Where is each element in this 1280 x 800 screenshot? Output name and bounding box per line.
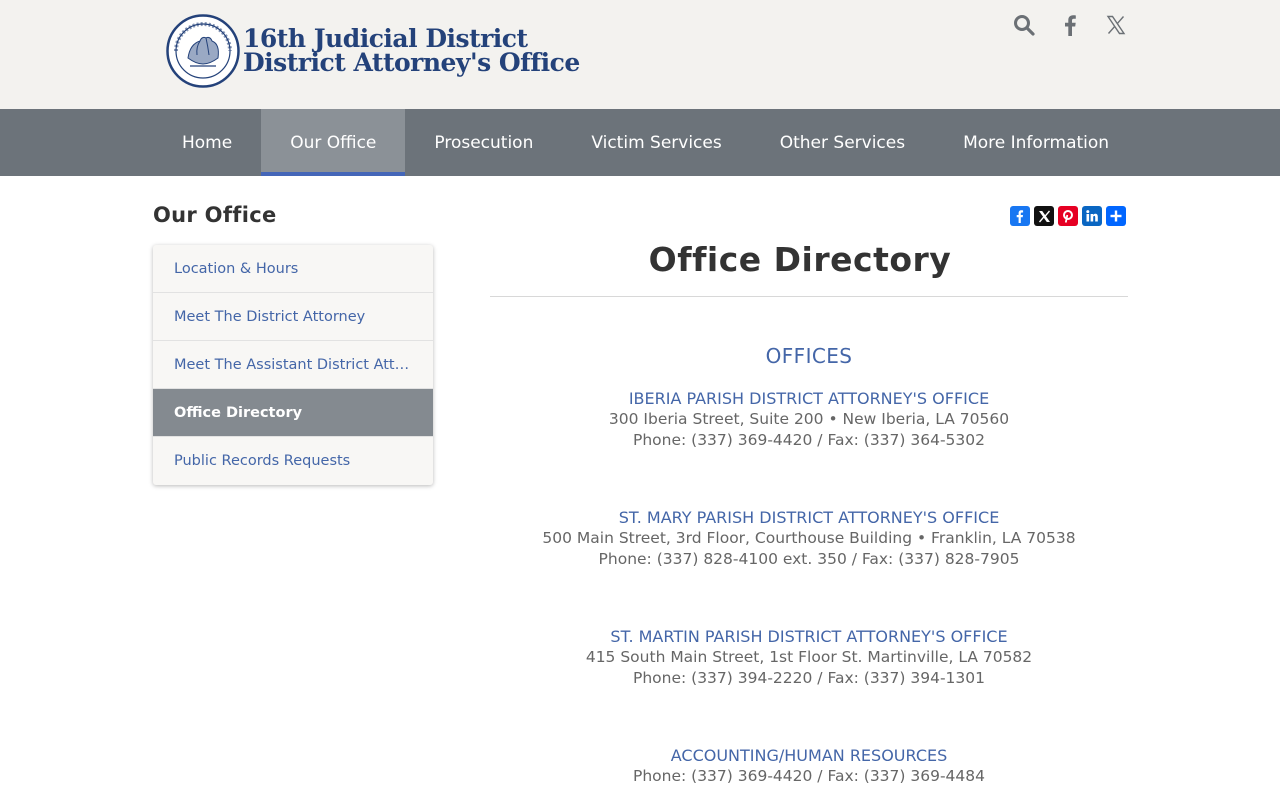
- nav-item-more-information[interactable]: More Information: [934, 109, 1138, 176]
- office-phone: Phone: (337) 828-4100 ext. 350 / Fax: (3…: [598, 550, 1020, 568]
- share-facebook-icon[interactable]: [1010, 206, 1030, 226]
- sidebar-item-meet-district-attorney[interactable]: Meet The District Attorney: [153, 293, 433, 341]
- x-twitter-icon[interactable]: [1104, 12, 1128, 38]
- nav-item-our-office[interactable]: Our Office: [261, 109, 406, 176]
- nav-item-home[interactable]: Home: [153, 109, 261, 176]
- logo-line-2: District Attorney's Office: [243, 48, 580, 77]
- office-name: ST. MARTIN PARISH DISTRICT ATTORNEY'S OF…: [610, 627, 1008, 646]
- share-pinterest-icon[interactable]: [1058, 206, 1078, 226]
- office-entry: IBERIA PARISH DISTRICT ATTORNEY'S OFFICE…: [490, 388, 1128, 451]
- nav-item-victim-services[interactable]: Victim Services: [562, 109, 750, 176]
- office-name: ST. MARY PARISH DISTRICT ATTORNEY'S OFFI…: [618, 508, 1000, 527]
- office-address: 415 South Main Street, 1st Floor St. Mar…: [585, 648, 1033, 666]
- share-linkedin-icon[interactable]: [1082, 206, 1102, 226]
- office-name: ACCOUNTING/HUMAN RESOURCES: [670, 746, 948, 765]
- facebook-icon[interactable]: [1058, 12, 1082, 38]
- page-title: Office Directory: [648, 240, 952, 279]
- sidebar-item-label: Meet The Assistant District Attorneys: [174, 356, 412, 373]
- share-buttons: [1010, 206, 1126, 226]
- search-icon[interactable]: [1012, 12, 1036, 38]
- office-phone: Phone: (337) 394-2220 / Fax: (337) 394-1…: [632, 669, 985, 687]
- office-entry: ST. MARTIN PARISH DISTRICT ATTORNEY'S OF…: [490, 626, 1128, 689]
- logo-wordmark: 16th Judicial District District Attorney…: [243, 26, 580, 77]
- office-address: 300 Iberia Street, Suite 200 • New Iberi…: [608, 410, 1010, 428]
- share-more-icon[interactable]: [1106, 206, 1126, 226]
- sidebar-title: Our Office: [153, 203, 277, 227]
- main-nav: Home Our Office Prosecution Victim Servi…: [0, 109, 1280, 176]
- nav-item-prosecution[interactable]: Prosecution: [405, 109, 562, 176]
- office-entry: ACCOUNTING/HUMAN RESOURCES Phone: (337) …: [490, 745, 1128, 787]
- sidebar-item-meet-assistant-district-attorneys[interactable]: Meet The Assistant District Attorneys: [153, 341, 433, 389]
- main-nav-list: Home Our Office Prosecution Victim Servi…: [153, 109, 1138, 176]
- nav-item-other-services[interactable]: Other Services: [751, 109, 934, 176]
- office-address: 500 Main Street, 3rd Floor, Courthouse B…: [542, 529, 1076, 547]
- offices-heading: OFFICES: [765, 344, 853, 368]
- sidebar-item-label: Office Directory: [174, 404, 303, 421]
- sidebar-item-label: Location & Hours: [174, 260, 299, 277]
- office-entry: ST. MARY PARISH DISTRICT ATTORNEY'S OFFI…: [490, 507, 1128, 570]
- share-x-icon[interactable]: [1034, 206, 1054, 226]
- office-phone: Phone: (337) 369-4420 / Fax: (337) 364-5…: [632, 431, 985, 449]
- louisiana-seal-icon: [166, 14, 240, 88]
- sidebar-item-location-hours[interactable]: Location & Hours: [153, 245, 433, 293]
- sidebar-menu: Location & Hours Meet The District Attor…: [153, 245, 433, 485]
- offices-section: OFFICES IBERIA PARISH DISTRICT ATTORNEY'…: [490, 340, 1128, 787]
- office-name: IBERIA PARISH DISTRICT ATTORNEY'S OFFICE: [628, 389, 990, 408]
- sidebar-item-office-directory[interactable]: Office Directory: [153, 389, 433, 437]
- sidebar-item-label: Public Records Requests: [174, 453, 351, 469]
- site-logo[interactable]: 16th Judicial District District Attorney…: [166, 14, 580, 88]
- sidebar-item-label: Meet The District Attorney: [174, 308, 366, 325]
- office-phone: Phone: (337) 369-4420 / Fax: (337) 369-4…: [632, 767, 985, 785]
- header-icon-bar: [1012, 12, 1128, 38]
- sidebar-item-public-records-requests[interactable]: Public Records Requests: [153, 437, 433, 485]
- site-header: 16th Judicial District District Attorney…: [0, 0, 1280, 109]
- title-divider: [490, 296, 1128, 297]
